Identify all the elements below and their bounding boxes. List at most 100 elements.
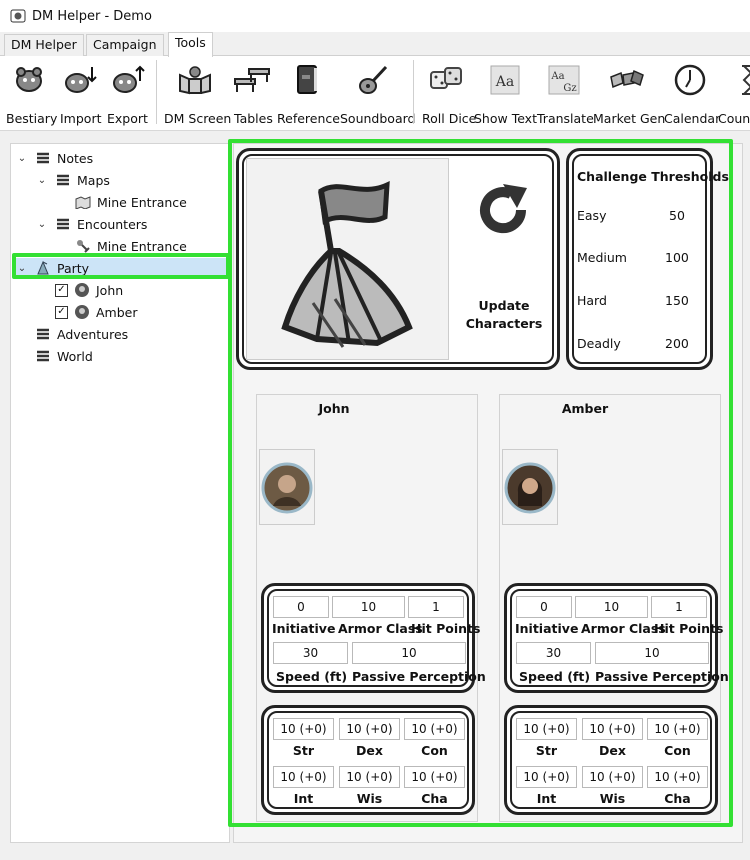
con-value[interactable]: 10 (+0) (404, 718, 465, 740)
int-value[interactable]: 10 (+0) (516, 766, 577, 788)
hit-points-value[interactable]: 1 (651, 596, 707, 618)
medium-value: 100 (665, 250, 689, 265)
ribbon-separator (413, 60, 414, 124)
visibility-checkbox[interactable]: ✓ (55, 283, 68, 297)
expand-chevron-icon[interactable]: ⌄ (35, 175, 49, 186)
speed-value[interactable]: 30 (273, 642, 348, 664)
visibility-checkbox[interactable]: ✓ (55, 305, 68, 319)
bestiary-label: Bestiary (6, 111, 58, 126)
tree-item-encounter-mine-entrance[interactable]: Mine Entrance (75, 236, 187, 256)
translate-button[interactable]: Aa Gz Translate (536, 56, 594, 130)
character-icon (75, 305, 89, 319)
tools-ribbon: Bestiary Import Export DM Screen Tables … (0, 56, 750, 131)
tree-item-encounters[interactable]: ⌄ Encounters (35, 214, 148, 234)
tree-item-label: Mine Entrance (97, 194, 187, 210)
tab-tools[interactable]: Tools (168, 32, 213, 57)
tree-item-maps[interactable]: ⌄ Maps (35, 170, 110, 190)
speed-value[interactable]: 30 (516, 642, 591, 664)
campaign-tree[interactable]: ⌄ Notes ⌄ Maps Mine Entrance ⌄ Encounter… (10, 143, 230, 843)
list-icon (57, 174, 69, 186)
tree-item-label: Party (57, 260, 90, 276)
market-gen-label: Market Gen (593, 111, 666, 126)
dex-value[interactable]: 10 (+0) (339, 718, 400, 740)
reference-label: Reference (277, 111, 340, 126)
cha-value[interactable]: 10 (+0) (647, 766, 708, 788)
hard-value: 150 (665, 293, 689, 308)
tree-item-map-mine-entrance[interactable]: Mine Entrance (75, 192, 187, 212)
tree-item-label: Amber (96, 304, 138, 320)
tree-item-character-john[interactable]: ✓ John (55, 280, 123, 300)
import-button[interactable]: Import (58, 56, 102, 130)
ribbon-tabs: DM Helper Campaign Tools (0, 32, 750, 57)
tab-campaign[interactable]: Campaign (86, 34, 164, 56)
initiative-value[interactable]: 0 (273, 596, 329, 618)
refresh-icon (480, 184, 527, 234)
character-portrait-button[interactable] (502, 449, 558, 525)
str-value[interactable]: 10 (+0) (273, 718, 334, 740)
challenge-thresholds-frame: Challenge Thresholds Easy 50 Medium 100 … (566, 148, 729, 370)
character-panel-amber[interactable]: Amber 0 10 1 Initiative Armor Class Hit … (499, 394, 729, 822)
reference-icon (297, 65, 317, 94)
con-value[interactable]: 10 (+0) (647, 718, 708, 740)
tables-button[interactable]: Tables (232, 56, 273, 130)
character-panel-john[interactable]: John 0 10 1 Initiative Armor Class Hit P… (256, 394, 486, 822)
countdown-label: Count (718, 111, 750, 126)
dex-value[interactable]: 10 (+0) (582, 718, 643, 740)
bestiary-icon (16, 67, 42, 92)
armor-class-value[interactable]: 10 (575, 596, 648, 618)
hit-points-value[interactable]: 1 (408, 596, 464, 618)
update-characters-button[interactable]: Update Characters (459, 158, 549, 360)
passive-perception-label: Passive Perception (352, 669, 486, 684)
countdown-button[interactable]: Count (716, 56, 750, 130)
character-icon (75, 283, 89, 297)
show-text-button[interactable]: Aa Show Text (474, 56, 537, 130)
expand-chevron-icon[interactable]: ⌄ (15, 153, 29, 164)
dex-label: Dex (356, 743, 383, 758)
countdown-icon (742, 65, 750, 95)
cha-value[interactable]: 10 (+0) (404, 766, 465, 788)
map-icon (75, 196, 91, 209)
bestiary-button[interactable]: Bestiary (6, 56, 57, 130)
title-bar: DM Helper - Demo (0, 0, 750, 32)
export-button[interactable]: Export (106, 56, 150, 130)
expand-chevron-icon[interactable]: ⌄ (15, 263, 29, 274)
list-icon (57, 218, 69, 230)
initiative-label: Initiative (272, 621, 336, 636)
character-portrait-button[interactable] (259, 449, 315, 525)
party-icon (37, 260, 49, 275)
easy-value: 50 (669, 208, 685, 223)
initiative-label: Initiative (515, 621, 579, 636)
reference-button[interactable]: Reference (276, 56, 340, 130)
roll-dice-button[interactable]: Roll Dice (420, 56, 476, 130)
show-text-label: Show Text (474, 111, 537, 126)
passive-perception-value[interactable]: 10 (352, 642, 466, 664)
tree-item-world[interactable]: World (35, 346, 93, 366)
calendar-button[interactable]: Calendar (664, 56, 720, 130)
deadly-value: 200 (665, 336, 689, 351)
medium-label: Medium (577, 250, 627, 265)
expand-chevron-icon[interactable]: ⌄ (35, 219, 49, 230)
armor-class-value[interactable]: 10 (332, 596, 405, 618)
dex-label: Dex (599, 743, 626, 758)
dm-screen-button[interactable]: DM Screen (164, 56, 231, 130)
tree-item-notes[interactable]: ⌄ Notes (15, 148, 93, 168)
soundboard-button[interactable]: Soundboard (340, 56, 415, 130)
tree-item-character-amber[interactable]: ✓ Amber (55, 302, 138, 322)
wis-value[interactable]: 10 (+0) (339, 766, 400, 788)
initiative-value[interactable]: 0 (516, 596, 572, 618)
int-label: Int (293, 791, 314, 806)
passive-perception-value[interactable]: 10 (595, 642, 709, 664)
translate-label: Translate (537, 111, 594, 126)
tree-item-label: Encounters (77, 216, 148, 232)
tree-item-party[interactable]: ⌄ Party (13, 258, 227, 278)
ribbon-separator (156, 60, 157, 124)
int-value[interactable]: 10 (+0) (273, 766, 334, 788)
wis-value[interactable]: 10 (+0) (582, 766, 643, 788)
market-gen-button[interactable]: Market Gen (593, 56, 665, 130)
wis-label: Wis (356, 791, 383, 806)
tree-item-label: Notes (57, 150, 94, 166)
tree-item-adventures[interactable]: Adventures (35, 324, 128, 344)
str-value[interactable]: 10 (+0) (516, 718, 577, 740)
party-icon-button[interactable] (246, 158, 449, 360)
tab-dm-helper[interactable]: DM Helper (4, 34, 84, 56)
